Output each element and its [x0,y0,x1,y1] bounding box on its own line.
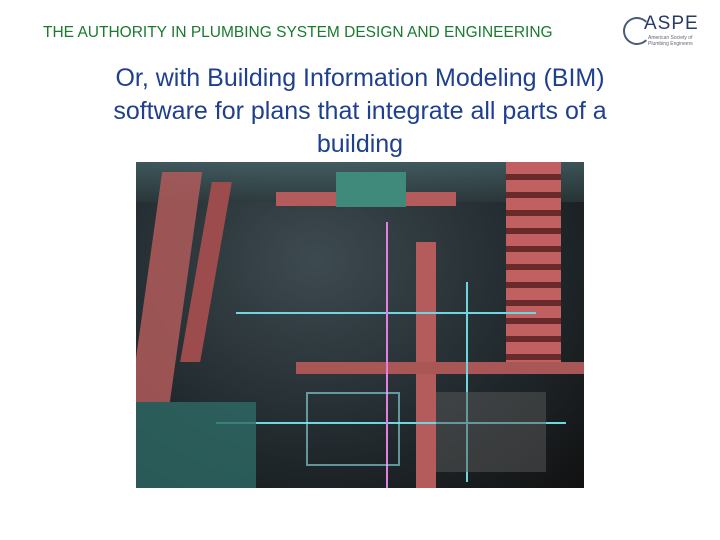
bim-model-image [136,162,584,488]
header-text: THE AUTHORITY IN PLUMBING SYSTEM DESIGN … [43,24,553,41]
logo-name: ASPE [644,13,699,34]
aspe-logo: ASPE American Society of Plumbing Engine… [622,13,712,50]
slide-title: Or, with Building Information Modeling (… [113,64,607,158]
logo-subtitle: American Society of Plumbing Engineers [648,35,693,47]
